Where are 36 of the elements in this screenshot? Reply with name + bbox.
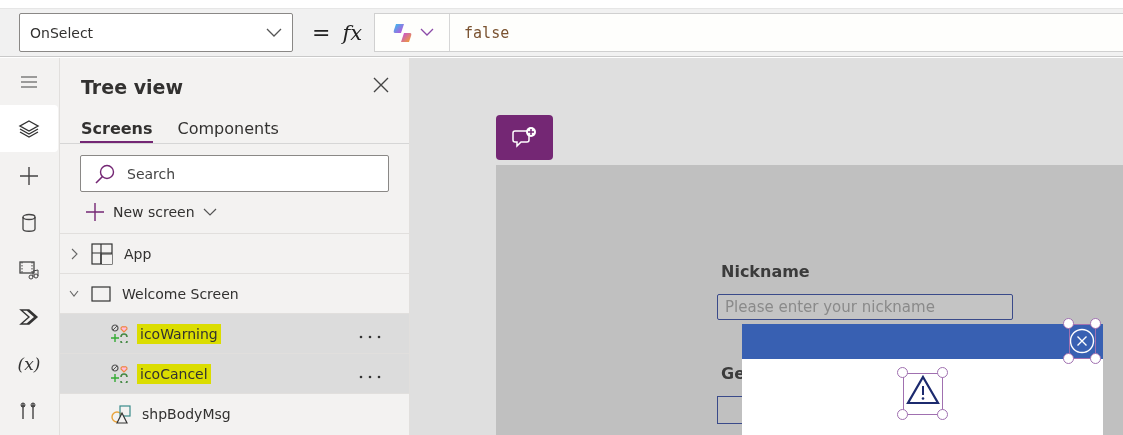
formula-text: false [463,23,510,42]
comment-add-icon [511,125,538,150]
chevron-down-icon [202,207,217,217]
field-label: Nickname [721,262,810,281]
plus-icon [18,164,40,187]
equals-sign: = [312,20,331,45]
selection-frame[interactable] [897,367,949,421]
property-dropdown[interactable]: OnSelect [19,13,293,52]
film-music-icon [18,259,40,282]
selection-frame[interactable] [1063,318,1102,365]
panel-title: Tree view [81,76,183,98]
fx-label: fx [342,20,363,45]
rail-button[interactable] [0,105,58,153]
new-screen-button[interactable]: New screen [85,199,217,225]
control-status-icon [111,324,129,343]
warning-icon [906,374,940,406]
tree-item[interactable]: icoCancel [60,353,409,393]
shapes-icon [111,403,131,424]
rail-button[interactable]: (x) [0,340,58,388]
tree-item[interactable]: App [60,233,409,273]
layers-icon [18,117,40,140]
screen-icon [91,284,111,303]
text-input[interactable]: Please enter your nickname [717,294,1013,320]
close-icon [1069,328,1095,354]
tab[interactable]: Components [176,116,279,143]
plus-icon [85,202,105,222]
app-grid-icon [91,242,113,265]
close-icon [373,77,389,93]
search-field[interactable]: Search [80,155,389,192]
tree-item[interactable]: icoWarning [60,313,409,353]
add-comment-button[interactable] [496,115,553,160]
chevron-down-icon [420,28,435,37]
control-status-icon [111,364,129,383]
tree-item[interactable]: shpBodyMsg [60,393,409,433]
formula-field[interactable]: false [374,13,1123,52]
chevron-down-icon [266,27,282,38]
